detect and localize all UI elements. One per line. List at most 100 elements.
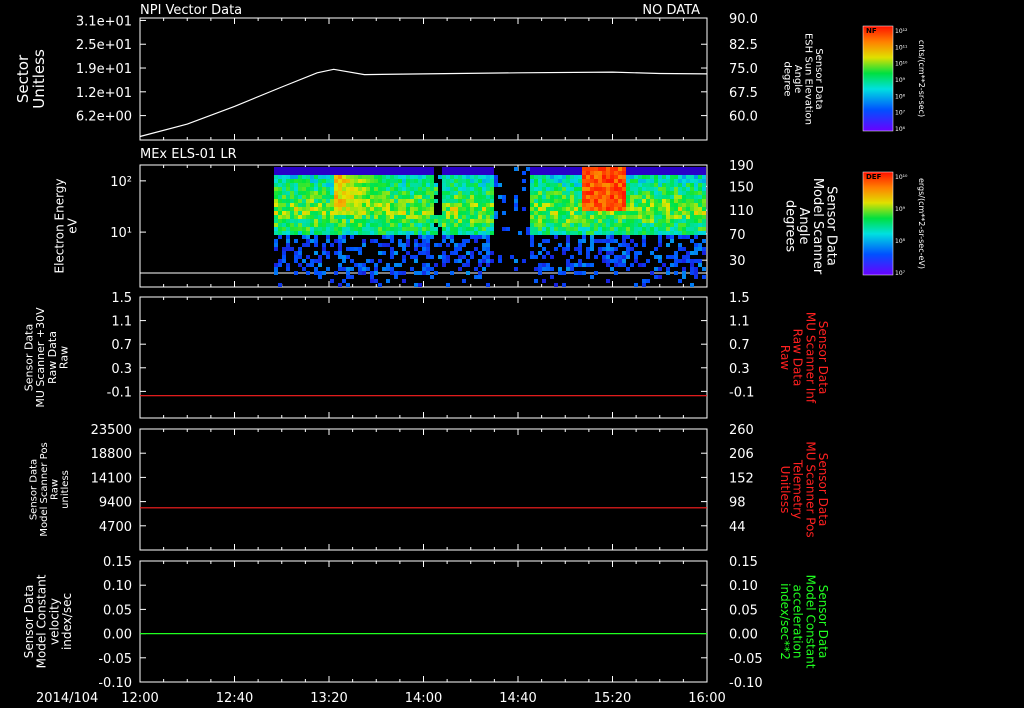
spectrogram-cell	[294, 171, 298, 175]
spectrogram-cell	[354, 247, 358, 251]
spectrogram-cell	[426, 171, 430, 175]
spectrogram-cell	[338, 255, 342, 259]
spectrogram-cell	[378, 207, 382, 211]
spectrogram-cell	[598, 231, 602, 235]
spectrogram-cell	[446, 171, 450, 175]
spectrogram-cell	[618, 231, 622, 235]
spectrogram-cell	[438, 175, 442, 179]
spectrogram-cell	[674, 211, 678, 215]
spectrogram-cell	[474, 167, 478, 171]
spectrogram-cell	[382, 203, 386, 207]
spectrogram-cell	[662, 175, 666, 179]
spectrogram-cell	[650, 183, 654, 187]
spectrogram-cell	[642, 179, 646, 183]
spectrogram-cell	[306, 243, 310, 247]
spectrogram-cell	[578, 187, 582, 191]
spectrogram-cell	[570, 215, 574, 219]
spectrogram-cell	[594, 179, 598, 183]
spectrogram-cell	[358, 175, 362, 179]
spectrogram-cell	[578, 191, 582, 195]
spectrogram-cell	[686, 231, 690, 235]
spectrogram-cell	[558, 223, 562, 227]
spectrogram-cell	[322, 199, 326, 203]
spectrogram-cell	[674, 191, 678, 195]
spectrogram-cell	[402, 247, 406, 251]
spectrogram-cell	[414, 271, 418, 275]
spectrogram-cell	[342, 175, 346, 179]
spectrogram-cell	[390, 219, 394, 223]
spectrogram-cell	[406, 223, 410, 227]
spectrogram-cell	[450, 231, 454, 235]
spectrogram-cell	[602, 203, 606, 207]
spectrogram-cell	[346, 271, 350, 275]
spectrogram-cell	[458, 171, 462, 175]
spectrogram-cell	[314, 243, 318, 247]
spectrogram-cell	[310, 199, 314, 203]
spectrogram-cell	[354, 207, 358, 211]
spectrogram-cell	[366, 223, 370, 227]
spectrogram-cell	[638, 215, 642, 219]
spectrogram-cell	[590, 211, 594, 215]
plot-canvas: NPI Vector Data NO DATA MEx ELS-01 LR 20…	[14, 3, 926, 706]
spectrogram-cell	[698, 179, 702, 183]
spectrogram-cell	[694, 267, 698, 271]
spectrogram-cell	[406, 179, 410, 183]
spectrogram-cell	[690, 251, 694, 255]
spectrogram-cell	[338, 203, 342, 207]
spectrogram-cell	[334, 219, 338, 223]
spectrogram-cell	[694, 235, 698, 239]
spectrogram-cell	[698, 223, 702, 227]
spectrogram-cell	[442, 171, 446, 175]
spectrogram-cell	[442, 223, 446, 227]
spectrogram-cell	[310, 231, 314, 235]
spectrogram-cell	[354, 263, 358, 267]
spectrogram-cell	[682, 267, 686, 271]
spectrogram-cell	[678, 279, 682, 283]
spectrogram-cell	[546, 203, 550, 207]
spectrogram-cell	[338, 187, 342, 191]
spectrogram-cell	[394, 187, 398, 191]
spectrogram-cell	[450, 203, 454, 207]
spectrogram-cell	[698, 195, 702, 199]
spectrogram-cell	[698, 199, 702, 203]
spectrogram-cell	[490, 183, 494, 187]
spectrogram-cell	[398, 183, 402, 187]
spectrogram-cell	[474, 219, 478, 223]
spectrogram-cell	[566, 227, 570, 231]
spectrogram-cell	[494, 211, 498, 215]
spectrogram-cell	[590, 231, 594, 235]
spectrogram-cell	[554, 283, 558, 287]
y-tick-label-left: 1.5	[111, 291, 132, 306]
spectrogram-cell	[418, 251, 422, 255]
spectrogram-cell	[478, 271, 482, 275]
spectrogram-cell	[594, 187, 598, 191]
spectrogram-cell	[610, 183, 614, 187]
spectrogram-cell	[362, 219, 366, 223]
spectrogram-cell	[474, 199, 478, 203]
spectrogram-cell	[418, 231, 422, 235]
spectrogram-cell	[458, 183, 462, 187]
x-tick-label: 15:20	[594, 691, 631, 706]
spectrogram-cell	[374, 167, 378, 171]
spectrogram-cell	[550, 223, 554, 227]
spectrogram-cell	[654, 219, 658, 223]
spectrogram-cell	[634, 219, 638, 223]
spectrogram-cell	[702, 215, 706, 219]
spectrogram-cell	[638, 179, 642, 183]
spectrogram-cell	[450, 239, 454, 243]
spectrogram-cell	[482, 211, 486, 215]
spectrogram-cell	[570, 231, 574, 235]
spectrogram-cell	[450, 211, 454, 215]
spectrogram-cell	[358, 183, 362, 187]
spectrogram-cell	[578, 207, 582, 211]
x-tick-label: 13:20	[310, 691, 347, 706]
spectrogram-cell	[610, 267, 614, 271]
spectrogram-cell	[358, 207, 362, 211]
colorbar-nf: NF 10¹²10¹¹10¹⁰10⁹10⁸10⁷10⁶cnts/(cm**2-sr…	[862, 25, 926, 133]
spectrogram-cell	[330, 179, 334, 183]
spectrogram-cell	[654, 247, 658, 251]
spectrogram-cell	[606, 175, 610, 179]
spectrogram-cell	[618, 183, 622, 187]
spectrogram-cell	[466, 219, 470, 223]
spectrogram-cell	[690, 223, 694, 227]
